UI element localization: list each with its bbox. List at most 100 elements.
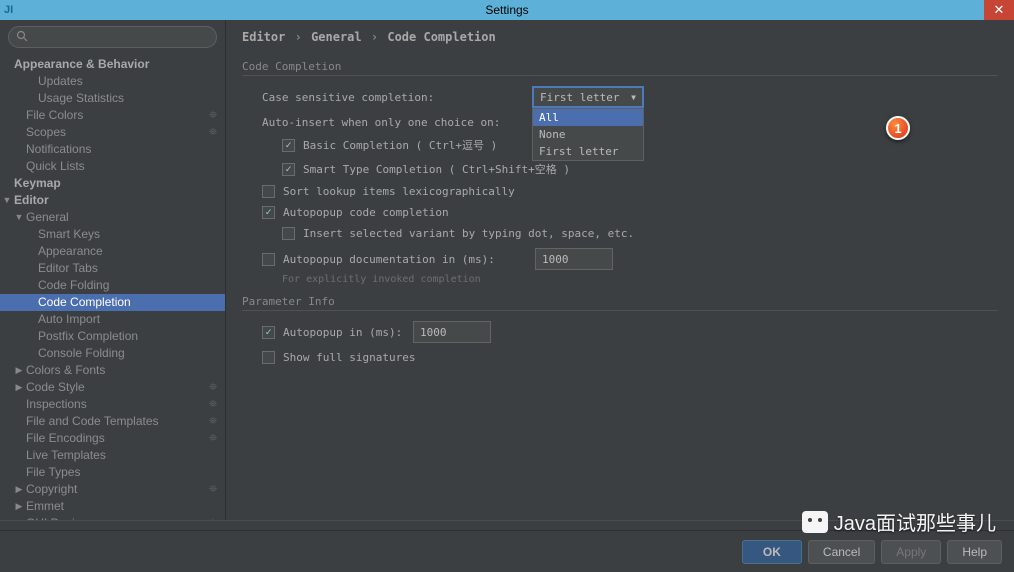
sidebar-item-updates[interactable]: Updates bbox=[0, 73, 225, 90]
sidebar-item-label: Live Templates bbox=[26, 448, 106, 462]
settings-content: Editor › General › Code Completion Code … bbox=[226, 20, 1014, 530]
autopopup-doc-hint: For explicitly invoked completion bbox=[242, 274, 998, 285]
annotation-callout-1: 1 bbox=[886, 116, 910, 140]
autopopup-param-input[interactable] bbox=[413, 321, 491, 343]
sidebar-item-general[interactable]: ▼General bbox=[0, 209, 225, 226]
sidebar-item-live-templates[interactable]: Live Templates bbox=[0, 447, 225, 464]
smart-completion-label: Smart Type Completion ( Ctrl+Shift+空格 ) bbox=[303, 161, 570, 177]
basic-completion-checkbox[interactable] bbox=[282, 139, 295, 152]
smart-completion-checkbox[interactable] bbox=[282, 163, 295, 176]
sidebar-item-auto-import[interactable]: Auto Import bbox=[0, 311, 225, 328]
apply-button[interactable]: Apply bbox=[881, 540, 941, 564]
sidebar-item-file-colors[interactable]: File Colors⛯ bbox=[0, 107, 225, 124]
chevron-right-icon: › bbox=[371, 30, 378, 44]
app-icon: JI bbox=[4, 1, 22, 19]
breadcrumb-general[interactable]: General bbox=[311, 30, 362, 44]
tree-arrow-icon: ▶ bbox=[12, 481, 26, 498]
sidebar-item-file-encodings[interactable]: File Encodings⛯ bbox=[0, 430, 225, 447]
gear-icon: ⛯ bbox=[209, 396, 217, 413]
breadcrumb-editor[interactable]: Editor bbox=[242, 30, 285, 44]
sort-lookup-checkbox[interactable] bbox=[262, 185, 275, 198]
autopopup-code-checkbox[interactable] bbox=[262, 206, 275, 219]
help-button[interactable]: Help bbox=[947, 540, 1002, 564]
window-title: Settings bbox=[485, 3, 528, 17]
gear-icon: ⛯ bbox=[209, 413, 217, 430]
cancel-button[interactable]: Cancel bbox=[808, 540, 875, 564]
auto-insert-label: Auto-insert when only one choice on: bbox=[262, 116, 500, 129]
tree-arrow-icon: ▶ bbox=[12, 379, 26, 396]
sidebar-item-scopes[interactable]: Scopes⛯ bbox=[0, 124, 225, 141]
autopopup-doc-input[interactable] bbox=[535, 248, 613, 270]
sidebar-item-label: Postfix Completion bbox=[38, 329, 138, 343]
sidebar-item-colors-fonts[interactable]: ▶Colors & Fonts bbox=[0, 362, 225, 379]
sidebar-item-label: Appearance bbox=[38, 244, 103, 258]
sidebar-item-label: Code Folding bbox=[38, 278, 109, 292]
autopopup-param-checkbox[interactable] bbox=[262, 326, 275, 339]
sidebar-item-label: Console Folding bbox=[38, 346, 125, 360]
sidebar-item-label: Quick Lists bbox=[26, 159, 85, 173]
ok-button[interactable]: OK bbox=[742, 540, 802, 564]
sidebar-item-file-and-code-templates[interactable]: File and Code Templates ⛯ bbox=[0, 413, 225, 430]
sidebar-item-editor[interactable]: ▼Editor bbox=[0, 192, 225, 209]
autopopup-param-label: Autopopup in (ms): bbox=[283, 326, 413, 339]
chevron-right-icon: › bbox=[295, 30, 302, 44]
sidebar-item-emmet[interactable]: ▶Emmet bbox=[0, 498, 225, 515]
sidebar-item-label: Keymap bbox=[14, 176, 61, 190]
sidebar-item-keymap[interactable]: Keymap bbox=[0, 175, 225, 192]
sidebar-item-label: Emmet bbox=[26, 499, 64, 513]
dropdown-option-all[interactable]: All bbox=[533, 109, 643, 126]
window-titlebar: JI Settings ✕ bbox=[0, 0, 1014, 20]
settings-sidebar: Appearance & Behavior Updates Usage Statis… bbox=[0, 20, 226, 530]
full-signatures-label: Show full signatures bbox=[283, 351, 415, 364]
sidebar-item-editor-tabs[interactable]: Editor Tabs bbox=[0, 260, 225, 277]
case-sensitive-select[interactable]: First letter bbox=[532, 86, 644, 108]
sidebar-item-file-types[interactable]: File Types bbox=[0, 464, 225, 481]
sidebar-item-label: Smart Keys bbox=[38, 227, 100, 241]
gear-icon: ⛯ bbox=[209, 481, 217, 498]
sidebar-item-label: Appearance & Behavior bbox=[14, 57, 149, 71]
gear-icon: ⛯ bbox=[209, 379, 217, 396]
basic-completion-label: Basic Completion ( Ctrl+逗号 ) bbox=[303, 137, 497, 153]
tree-arrow-icon: ▶ bbox=[12, 362, 26, 379]
sidebar-item-inspections[interactable]: Inspections⛯ bbox=[0, 396, 225, 413]
sidebar-item-code-folding[interactable]: Code Folding bbox=[0, 277, 225, 294]
close-icon: ✕ bbox=[994, 2, 1005, 18]
insert-variant-checkbox[interactable] bbox=[282, 227, 295, 240]
sidebar-item-quick-lists[interactable]: Quick Lists bbox=[0, 158, 225, 175]
sidebar-item-label: Copyright bbox=[26, 482, 77, 496]
sidebar-item-label: Auto Import bbox=[38, 312, 100, 326]
sidebar-item-console-folding[interactable]: Console Folding bbox=[0, 345, 225, 362]
autopopup-doc-label: Autopopup documentation in (ms): bbox=[283, 253, 535, 266]
section-code-completion: Code Completion bbox=[242, 60, 998, 76]
watermark: Java面试那些事儿 bbox=[802, 507, 996, 536]
search-input[interactable] bbox=[8, 26, 217, 48]
sidebar-item-copyright[interactable]: ▶Copyright ⛯ bbox=[0, 481, 225, 498]
sidebar-item-label: File Colors bbox=[26, 108, 83, 122]
sidebar-item-code-style[interactable]: ▶Code Style ⛯ bbox=[0, 379, 225, 396]
insert-variant-label: Insert selected variant by typing dot, s… bbox=[303, 227, 634, 240]
sidebar-item-label: Editor Tabs bbox=[38, 261, 98, 275]
sidebar-item-appearance-behavior[interactable]: Appearance & Behavior bbox=[0, 56, 225, 73]
sidebar-item-label: Colors & Fonts bbox=[26, 363, 105, 377]
autopopup-doc-checkbox[interactable] bbox=[262, 253, 275, 266]
sidebar-item-code-completion[interactable]: Code Completion bbox=[0, 294, 225, 311]
sidebar-item-label: File and Code Templates bbox=[26, 414, 159, 428]
sidebar-item-label: Code Style bbox=[26, 380, 85, 394]
sidebar-item-appearance[interactable]: Appearance bbox=[0, 243, 225, 260]
sidebar-item-label: Updates bbox=[38, 74, 83, 88]
sidebar-item-smart-keys[interactable]: Smart Keys bbox=[0, 226, 225, 243]
dropdown-option-first-letter[interactable]: First letter bbox=[533, 143, 643, 160]
breadcrumb: Editor › General › Code Completion bbox=[242, 30, 998, 44]
sort-lookup-label: Sort lookup items lexicographically bbox=[283, 185, 515, 198]
sidebar-item-usage-statistics[interactable]: Usage Statistics bbox=[0, 90, 225, 107]
full-signatures-checkbox[interactable] bbox=[262, 351, 275, 364]
sidebar-item-label: File Types bbox=[26, 465, 80, 479]
gear-icon: ⛯ bbox=[209, 124, 217, 141]
close-button[interactable]: ✕ bbox=[984, 0, 1014, 20]
sidebar-item-postfix-completion[interactable]: Postfix Completion bbox=[0, 328, 225, 345]
sidebar-item-label: Code Completion bbox=[38, 295, 131, 309]
dropdown-option-none[interactable]: None bbox=[533, 126, 643, 143]
case-sensitive-label: Case sensitive completion: bbox=[262, 91, 532, 104]
sidebar-item-notifications[interactable]: Notifications bbox=[0, 141, 225, 158]
sidebar-item-label: General bbox=[26, 210, 69, 224]
